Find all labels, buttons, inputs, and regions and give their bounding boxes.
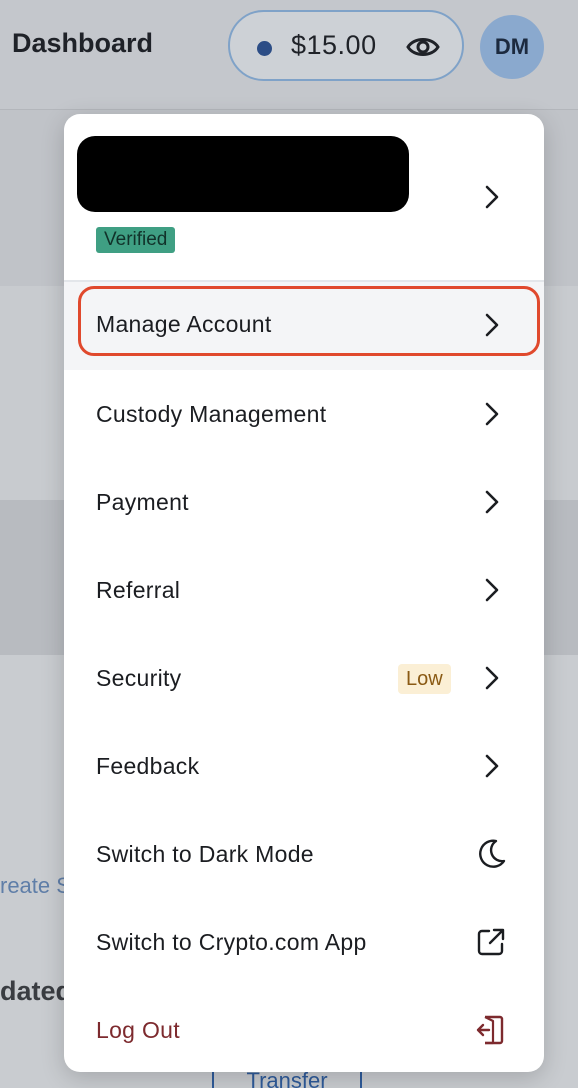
chevron-right-icon	[485, 754, 499, 778]
logout-icon	[476, 1015, 504, 1045]
menu-item-label: Manage Account	[96, 311, 272, 337]
external-link-icon	[477, 928, 505, 956]
avatar[interactable]: DM	[480, 15, 544, 79]
chevron-right-icon	[485, 185, 499, 209]
page-title: Dashboard	[12, 28, 154, 58]
chevron-right-icon	[485, 490, 499, 514]
menu-item-referral[interactable]: Referral	[64, 546, 544, 634]
menu-item-label: Payment	[96, 489, 189, 515]
menu-item-security[interactable]: Security Low	[64, 634, 544, 722]
menu-item-log-out[interactable]: Log Out	[64, 986, 544, 1072]
menu-item-switch-app[interactable]: Switch to Crypto.com App	[64, 898, 544, 986]
menu-item-label: Switch to Crypto.com App	[96, 929, 367, 955]
menu-item-manage-account[interactable]: Manage Account	[64, 282, 544, 370]
menu-item-label: Security	[96, 665, 182, 691]
eye-icon[interactable]	[406, 33, 440, 61]
account-summary[interactable]: Verified	[64, 114, 544, 280]
chevron-right-icon	[485, 666, 499, 690]
redacted-account-name	[77, 136, 409, 212]
menu-item-feedback[interactable]: Feedback	[64, 722, 544, 810]
background-link: reate S	[0, 873, 71, 898]
security-level-badge: Low	[398, 664, 451, 694]
menu-item-dark-mode[interactable]: Switch to Dark Mode	[64, 810, 544, 898]
chevron-right-icon	[485, 402, 499, 426]
chevron-right-icon	[485, 313, 499, 337]
menu-item-custody-management[interactable]: Custody Management	[64, 370, 544, 458]
menu-item-label: Custody Management	[96, 401, 327, 427]
menu-item-label: Log Out	[96, 1017, 180, 1043]
balance-status-dot	[257, 41, 272, 56]
menu-item-label: Switch to Dark Mode	[96, 841, 314, 867]
verified-badge: Verified	[96, 227, 176, 253]
moon-icon	[479, 839, 506, 868]
balance-pill[interactable]: $15.00	[228, 10, 464, 81]
chevron-right-icon	[485, 578, 499, 602]
top-header: Dashboard $15.00 DM	[0, 0, 578, 110]
balance-amount: $15.00	[291, 30, 377, 60]
menu-item-label: Feedback	[96, 753, 200, 779]
background-heading: dated	[0, 976, 73, 1006]
account-menu: Verified Manage Account Custody Manageme…	[64, 114, 544, 1072]
menu-item-payment[interactable]: Payment	[64, 458, 544, 546]
menu-item-label: Referral	[96, 577, 181, 603]
